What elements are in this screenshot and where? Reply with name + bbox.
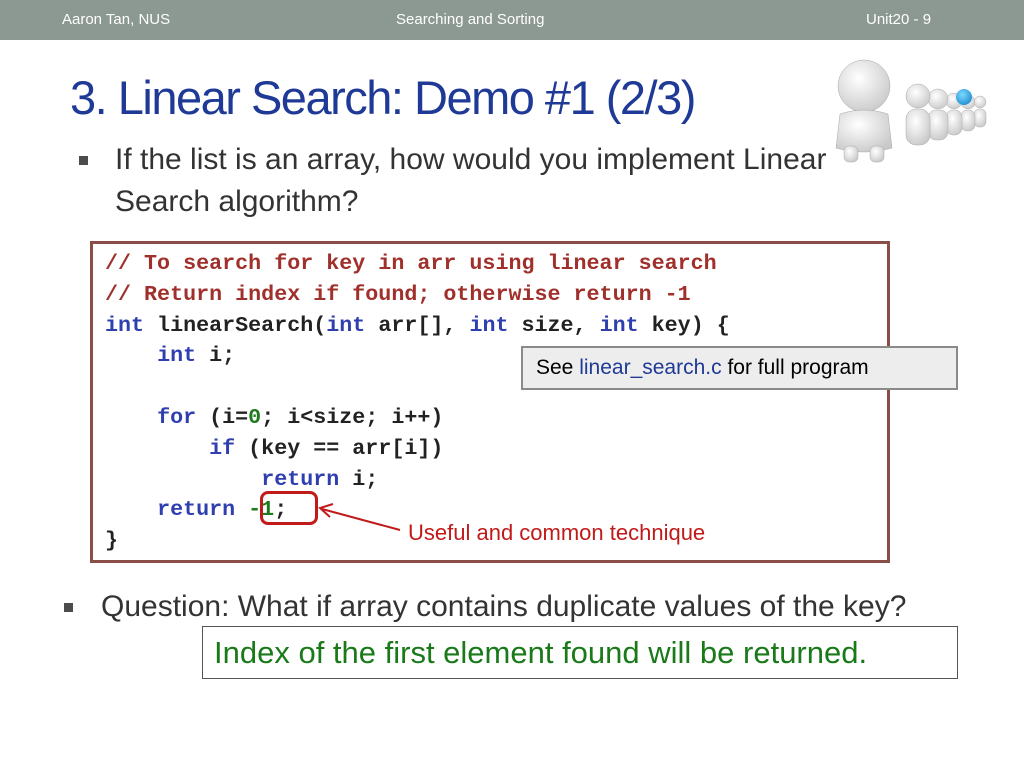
code-comment: // To search for key in arr using linear…: [105, 251, 717, 276]
see-prefix: See: [536, 356, 580, 379]
code-line: }: [105, 528, 118, 553]
code-block: // To search for key in arr using linear…: [105, 249, 730, 557]
code-text: arr[],: [365, 312, 470, 338]
unit-label: Unit20 - 9: [866, 11, 932, 28]
code-listing: // To search for key in arr using linear…: [90, 241, 890, 563]
code-keyword: if: [209, 435, 236, 461]
code-line: int i;: [105, 343, 235, 368]
code-text: key) {: [638, 312, 730, 338]
code-comment: // Return index if found; otherwise retu…: [105, 281, 691, 307]
slide-title: 3. Linear Search: Demo #1 (2/3): [70, 71, 696, 124]
code-text: linearSearch(: [144, 312, 327, 338]
file-name-link[interactable]: linear_search.c: [579, 356, 721, 379]
code-keyword: int: [105, 312, 145, 338]
code-line: for (i=0; i<size; i++): [105, 405, 443, 430]
code-keyword: return: [157, 497, 236, 523]
code-text: i;: [196, 343, 236, 369]
topic-label: Searching and Sorting: [396, 11, 545, 28]
code-text: ; i<size; i++): [261, 404, 444, 430]
code-text: (i=: [196, 404, 249, 430]
technique-note: Useful and common technique: [408, 520, 706, 545]
see-suffix: for full program: [721, 356, 869, 379]
author-label: Aaron Tan, NUS: [62, 11, 171, 28]
bullet-text: Question: What if array contains duplica…: [101, 590, 907, 623]
code-keyword: int: [157, 343, 197, 369]
code-line: if (key == arr[i]): [105, 436, 443, 461]
return-value-highlight: [260, 491, 318, 525]
code-number: 0: [248, 404, 262, 430]
answer-box: Index of the first element found will be…: [202, 626, 958, 679]
bullet-marker: [79, 156, 88, 165]
see-file-callout: See linear_search.c for full program: [521, 346, 958, 390]
code-keyword: return: [261, 466, 340, 492]
bullet-text: If the list is an array, how would you i…: [115, 143, 827, 218]
code-text: }: [105, 528, 119, 554]
code-keyword: int: [326, 312, 366, 338]
bullet-marker: [64, 603, 73, 612]
slide-header: Aaron Tan, NUS Searching and Sorting Uni…: [0, 0, 1024, 40]
code-keyword: int: [599, 312, 639, 338]
code-text: size,: [508, 312, 600, 338]
people-queue-icon: [835, 59, 987, 163]
code-line: // To search for key in arr using linear…: [105, 251, 717, 276]
code-keyword: int: [469, 312, 509, 338]
code-line: int linearSearch(int arr[], int size, in…: [105, 313, 730, 338]
code-text: i;: [339, 466, 379, 492]
code-line: return i;: [105, 467, 378, 492]
code-keyword: for: [157, 404, 197, 430]
code-text: (key == arr[i]): [235, 435, 444, 461]
code-line: // Return index if found; otherwise retu…: [105, 282, 691, 307]
